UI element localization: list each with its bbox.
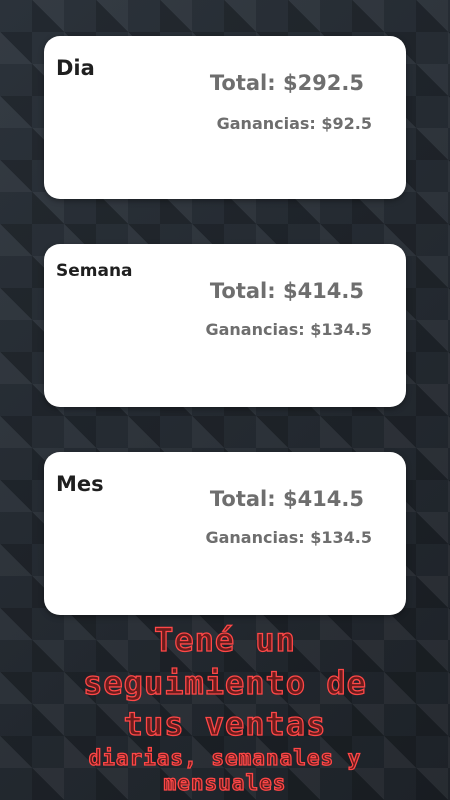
- card-title-monthly: Mes: [56, 472, 104, 496]
- weekly-ganancias: Ganancias: $134.5: [205, 320, 372, 339]
- monthly-total: Total: $414.5: [209, 487, 364, 511]
- daily-total: Total: $292.5: [209, 71, 364, 95]
- promo-line-1: Tené un: [153, 620, 296, 659]
- monthly-card: Mes Total: $414.5 Ganancias: $134.5: [44, 452, 406, 615]
- daily-card: Dia Total: $292.5 Ganancias: $92.5: [44, 36, 406, 199]
- promo-line-3: tus ventas: [123, 704, 327, 743]
- card-title-weekly: Semana: [56, 261, 133, 281]
- promo-line-2: seguimiento de: [82, 663, 367, 702]
- daily-ganancias: Ganancias: $92.5: [216, 114, 372, 133]
- promo-line-5: mensuales: [163, 771, 287, 795]
- card-title-daily: Dia: [56, 56, 95, 80]
- monthly-ganancias: Ganancias: $134.5: [205, 528, 372, 547]
- weekly-card: Semana Total: $414.5 Ganancias: $134.5: [44, 244, 406, 407]
- weekly-total: Total: $414.5: [209, 279, 364, 303]
- promo-line-4: diarias, semanales y: [88, 746, 362, 770]
